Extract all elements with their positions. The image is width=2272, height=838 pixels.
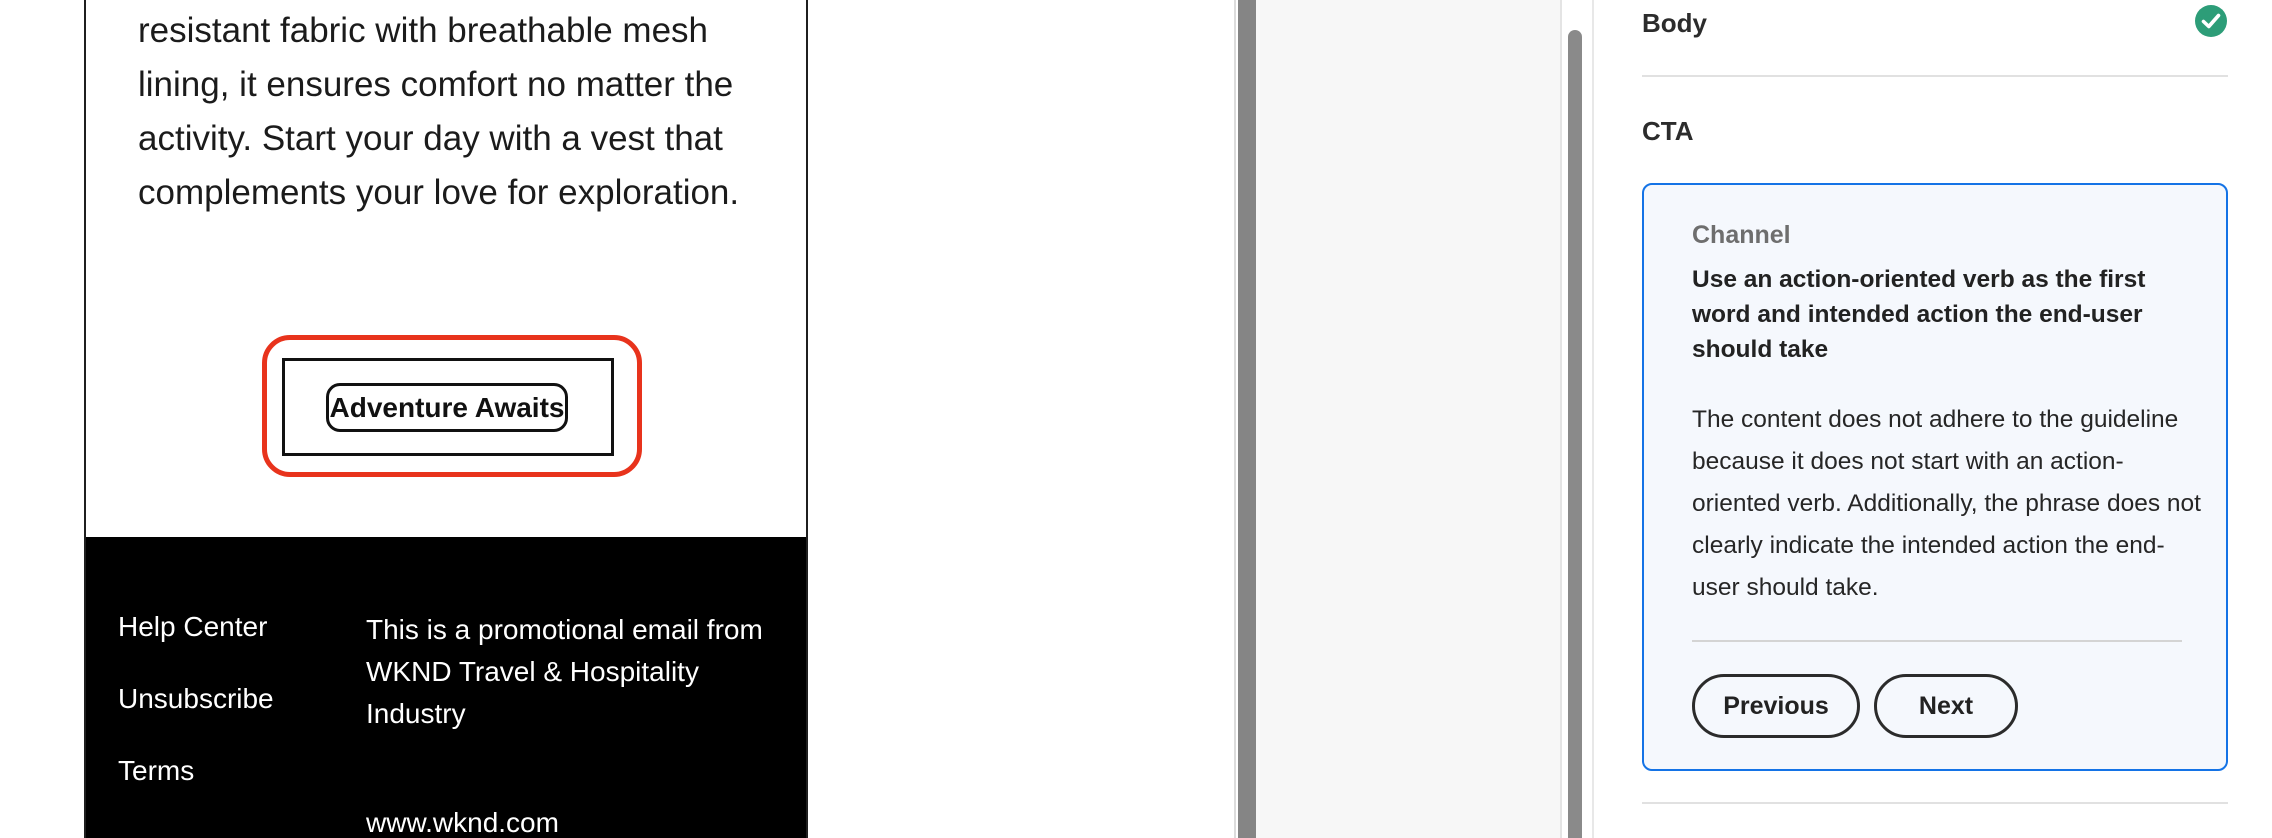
section-body-title: Body [1642, 8, 1707, 38]
email-footer: Help Center Unsubscribe Terms This is a … [86, 537, 806, 838]
guideline-category: Channel [1692, 221, 1791, 249]
section-divider [1642, 75, 2228, 77]
splitter-edge [1234, 0, 1236, 838]
section-body[interactable]: Body [1642, 5, 2228, 39]
footer-link-unsubscribe[interactable]: Unsubscribe [118, 682, 274, 716]
footer-link-help-center[interactable]: Help Center [118, 610, 267, 644]
check-circle-icon [2195, 5, 2227, 37]
footer-promo-notice: This is a promotional email from WKND Tr… [366, 614, 763, 729]
guideline-card: Channel Use an action-oriented verb as t… [1642, 183, 2228, 771]
panel-splitter-handle[interactable] [1238, 0, 1256, 838]
page-root: resistant fabric with breathable mesh li… [0, 0, 2272, 838]
email-body-text: resistant fabric with breathable mesh li… [138, 11, 740, 212]
guideline-explanation: The content does not adhere to the guide… [1692, 406, 2201, 601]
footer-link-terms[interactable]: Terms [118, 754, 194, 788]
scrollbar-thumb[interactable] [1568, 30, 1582, 838]
guideline-text: Use an action-oriented verb as the first… [1692, 266, 2146, 363]
previous-button[interactable]: Previous [1692, 674, 1860, 738]
canvas-area [810, 0, 1234, 838]
section-divider-bottom [1642, 802, 2228, 804]
content-checks-panel: Body CTA Channel Use an action-oriented … [1596, 0, 2272, 838]
email-preview: resistant fabric with breathable mesh li… [84, 0, 808, 838]
footer-website[interactable]: www.wknd.com [366, 802, 559, 838]
section-cta[interactable]: CTA [1642, 116, 2228, 147]
panel-gutter [1256, 0, 1562, 838]
cta-button[interactable]: Adventure Awaits [326, 383, 568, 432]
section-cta-title: CTA [1642, 116, 1694, 146]
card-divider [1692, 640, 2182, 642]
next-button[interactable]: Next [1874, 674, 2018, 738]
